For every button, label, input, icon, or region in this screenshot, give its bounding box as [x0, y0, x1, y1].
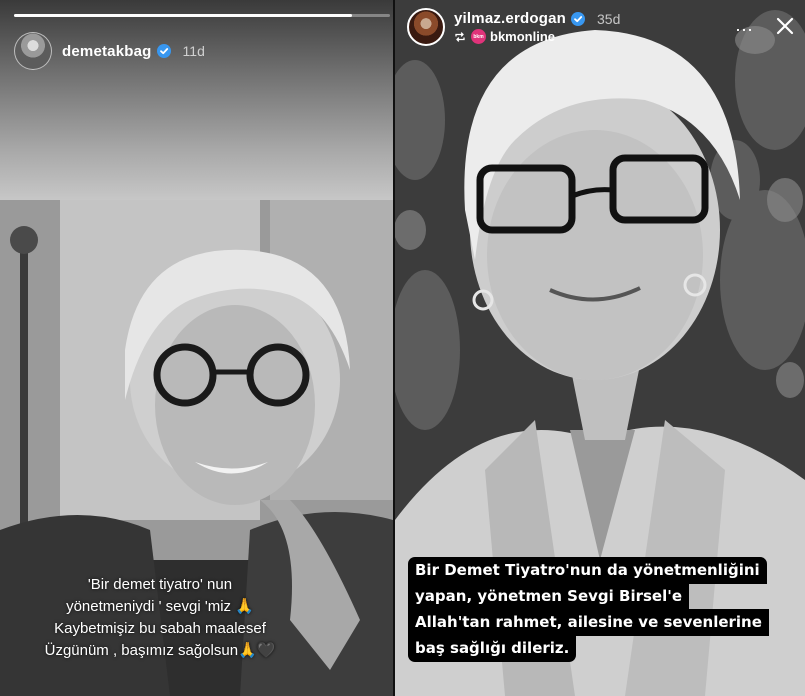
story-header-left: demetakbag 11d [14, 32, 205, 70]
caption-line: Üzgünüm , başımız sağolsun🙏🖤 [44, 642, 276, 659]
story-caption-right: Bir Demet Tiyatro'nun da yönetmenliğini … [408, 557, 791, 662]
story-progress-bar [14, 14, 390, 17]
caption-line: Bir Demet Tiyatro'nun da yönetmenliğini [408, 557, 767, 584]
username[interactable]: yilmaz.erdogan [454, 10, 566, 27]
story-timestamp: 11d [182, 43, 205, 59]
username[interactable]: demetakbag [62, 43, 152, 60]
story-top-gradient [0, 0, 393, 200]
repost-source-avatar[interactable]: bkm [471, 29, 486, 44]
story-timestamp: 35d [597, 10, 621, 27]
caption-line: baş sağlığı dileriz. [408, 635, 577, 662]
more-options-icon[interactable]: ⋯ [735, 20, 754, 41]
avatar[interactable] [14, 32, 52, 70]
caption-line: Allah'tan rahmet, ailesine ve sevenlerin… [408, 609, 769, 636]
caption-line: yönetmeniydi ' sevgi 'miz 🙏 [66, 598, 254, 615]
avatar[interactable] [407, 8, 445, 46]
story-caption-left: 'Bir demet tiyatro' nun yönetmeniydi ' s… [30, 574, 290, 662]
story-header-right: yilmaz.erdogan 35d bkm bkmonline [407, 8, 620, 46]
caption-line: yapan, yönetmen Sevgi Birsel'e [408, 583, 690, 610]
repost-icon [455, 31, 465, 42]
verified-badge-icon [571, 11, 585, 26]
story-left[interactable]: demetakbag 11d 'Bir demet tiyatro' nun y… [0, 0, 393, 696]
close-icon[interactable] [775, 16, 795, 36]
caption-line: Kaybetmişiz bu sabah maalesef [54, 620, 266, 637]
verified-badge-icon [156, 44, 171, 58]
caption-line: 'Bir demet tiyatro' nun [87, 576, 233, 593]
story-right[interactable]: yilmaz.erdogan 35d bkm bkmonline ⋯ Bir D… [395, 0, 805, 696]
story-meta: yilmaz.erdogan 35d bkm bkmonline [454, 10, 620, 44]
repost-source-username[interactable]: bkmonline [490, 29, 555, 44]
story-progress-fill [14, 14, 353, 17]
